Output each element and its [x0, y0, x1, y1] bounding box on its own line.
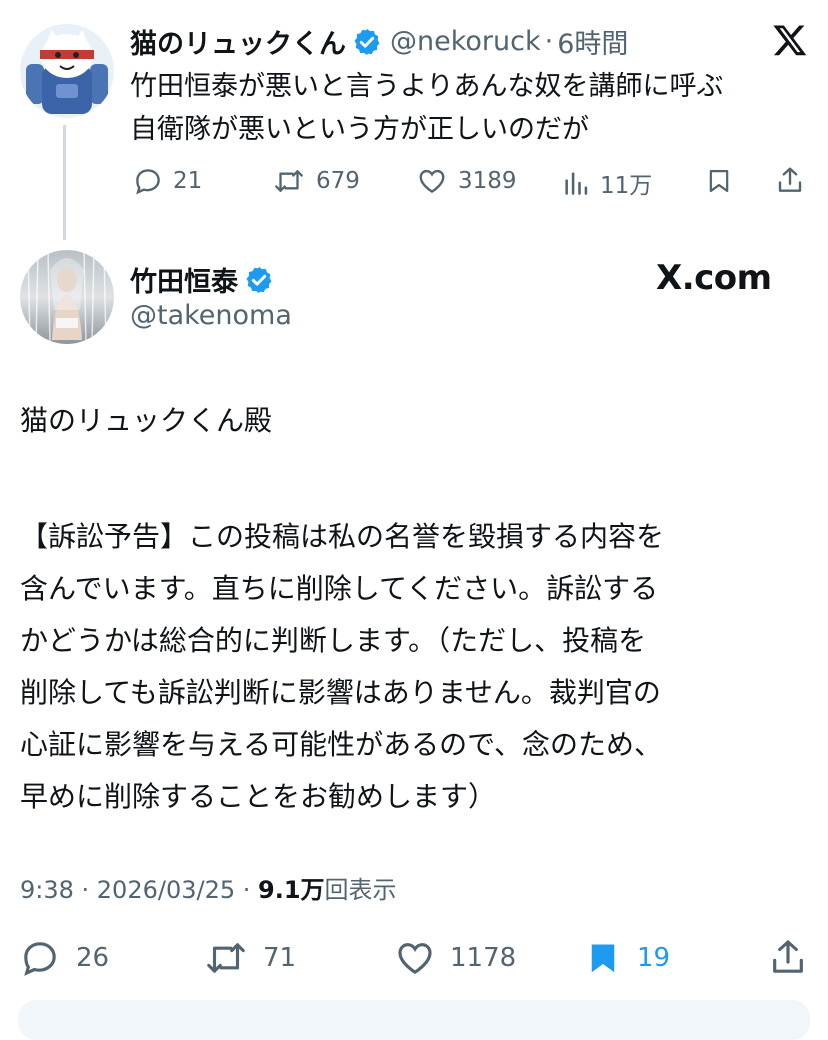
retweet-icon	[207, 943, 245, 973]
quoted-display-name[interactable]: 猫のリュックくん	[130, 22, 346, 61]
body-line: 心証に影響を与える可能性があるので、念のため、	[20, 728, 663, 761]
separator-dot: ·	[544, 26, 554, 57]
verified-badge-icon	[354, 28, 380, 55]
body-line: 含んでいます。直ちに削除してください。訴訟する	[20, 572, 659, 605]
heart-icon	[398, 943, 432, 975]
like-count: 1178	[450, 943, 517, 973]
share-button[interactable]	[768, 936, 808, 978]
like-button[interactable]: 1178	[394, 938, 516, 978]
verified-badge-icon	[246, 266, 272, 293]
reply-button[interactable]: 26	[20, 938, 109, 978]
quoted-text: 竹田恒泰が悪いと言うよりあんな奴を講師に呼ぶ 自衛隊が悪いという方が正しいのだが	[130, 65, 723, 151]
heart-icon	[419, 169, 445, 194]
quoted-reply-button[interactable]: 21	[133, 166, 202, 196]
body-line: かどうかは総合的に判断します。（ただし、投稿を	[20, 624, 647, 657]
body-line: 【訴訟予告】この投稿は私の名誉を毀損する内容を	[20, 520, 665, 553]
bookmark-count: 19	[637, 943, 671, 973]
quoted-text-line: 自衛隊が悪いという方が正しいのだが	[130, 114, 589, 145]
reply-icon	[136, 169, 160, 195]
quoted-retweet-count: 679	[316, 168, 360, 194]
quoted-views-count: 11万	[600, 173, 653, 199]
addressee-line: 猫のリュックくん殿	[20, 404, 273, 437]
views-count: 9.1万	[258, 876, 325, 904]
avatar-takenoma[interactable]	[20, 250, 114, 344]
bookmark-icon	[709, 169, 729, 193]
main-handle[interactable]: @takenoma	[130, 300, 292, 331]
views-chart-icon	[565, 172, 588, 195]
views-label: 回表示	[324, 876, 397, 904]
timestamp-row: 9:38 · 2026/03/25 · 9.1万回表示	[20, 870, 397, 905]
xcom-brand: X.com	[656, 258, 772, 298]
bookmark-filled-icon	[591, 944, 615, 973]
body-line: 早めに削除することをお勧めします）	[20, 780, 497, 813]
reply-count: 26	[76, 943, 110, 973]
reply-icon	[24, 942, 56, 976]
share-icon	[773, 940, 803, 973]
retweet-button[interactable]: 71	[203, 938, 296, 978]
quoted-share-button[interactable]	[775, 164, 805, 196]
reply-composer-area[interactable]	[18, 1000, 810, 1040]
bookmark-button[interactable]: 19	[585, 938, 670, 978]
x-logo-icon[interactable]	[772, 22, 808, 62]
quoted-like-count: 3189	[458, 168, 517, 194]
avatar-nekoruck[interactable]	[20, 24, 114, 118]
retweet-icon	[275, 170, 303, 192]
quoted-bookmark-button[interactable]	[705, 166, 733, 196]
main-author-name-row: 竹田恒泰	[130, 260, 274, 299]
quoted-reply-count: 21	[173, 168, 203, 194]
quoted-header: 猫のリュックくん @nekoruck · 6時間	[130, 22, 628, 61]
thread-connector-line	[63, 125, 66, 240]
quoted-time[interactable]: 6時間	[557, 22, 628, 61]
retweet-count: 71	[263, 943, 297, 973]
body-line: 削除しても訴訟判断に影響はありません。裁判官の	[20, 676, 661, 709]
quoted-retweet-button[interactable]: 679	[272, 166, 360, 196]
quoted-text-line: 竹田恒泰が悪いと言うよりあんな奴を講師に呼ぶ	[130, 71, 724, 102]
share-icon	[778, 167, 802, 192]
main-tweet-body: 猫のリュックくん殿 【訴訟予告】この投稿は私の名誉を毀損する内容を 含んでいます…	[20, 400, 664, 823]
quoted-views-button[interactable]: 11万	[562, 166, 652, 200]
timestamp[interactable]: 9:38 · 2026/03/25 ·	[20, 876, 258, 904]
quoted-handle[interactable]: @nekoruck	[390, 26, 541, 57]
main-display-name[interactable]: 竹田恒泰	[130, 260, 238, 299]
quoted-like-button[interactable]: 3189	[416, 166, 517, 196]
